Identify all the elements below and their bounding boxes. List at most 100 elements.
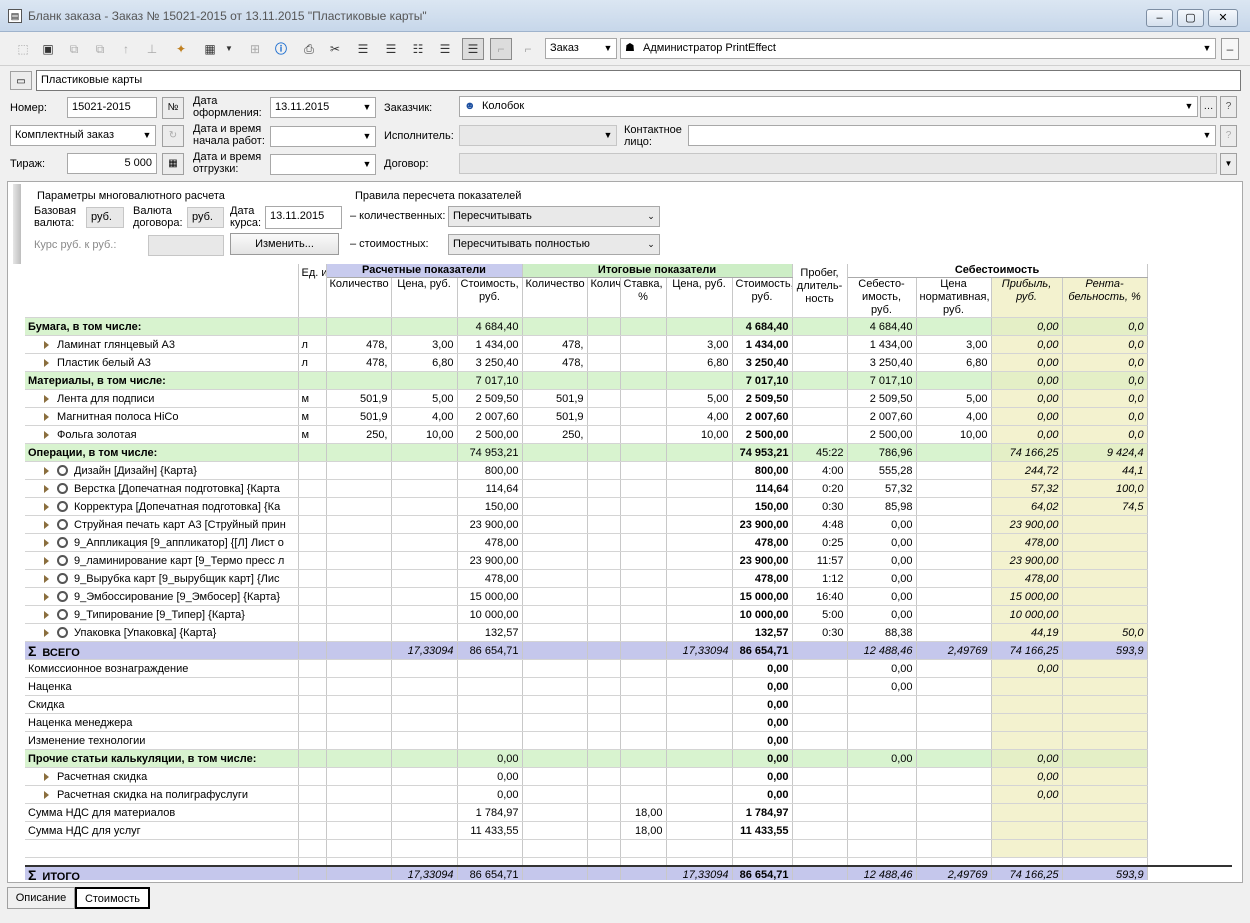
table-cell[interactable]: 0:30 — [792, 623, 848, 642]
row-name-cell[interactable]: 9_ламинирование карт [9_Термо пресс л — [25, 551, 299, 570]
table-cell[interactable]: 15 000,00 — [991, 587, 1063, 606]
table-cell[interactable] — [991, 803, 1063, 822]
table-cell[interactable] — [391, 533, 458, 552]
table-cell[interactable] — [666, 497, 733, 516]
executor-select[interactable]: ▼ — [459, 125, 617, 146]
table-cell[interactable] — [666, 677, 733, 696]
table-cell[interactable] — [620, 335, 667, 354]
table-cell[interactable] — [298, 865, 327, 880]
table-cell[interactable] — [298, 641, 327, 660]
table-cell[interactable] — [326, 821, 392, 840]
rate-date-field[interactable]: 13.11.2015 — [265, 206, 342, 229]
table-cell[interactable] — [326, 865, 392, 880]
layout-5-icon[interactable]: ☰ — [462, 38, 484, 60]
table-cell[interactable] — [587, 713, 621, 732]
table-cell[interactable] — [991, 677, 1063, 696]
table-cell[interactable]: 18,00 — [620, 803, 667, 822]
table-cell[interactable] — [326, 767, 392, 786]
expand-arrow-icon[interactable] — [44, 358, 49, 367]
table-cell[interactable] — [587, 515, 621, 534]
table-cell[interactable]: 0,00 — [991, 767, 1063, 786]
table-cell[interactable] — [620, 371, 667, 390]
table-row[interactable]: 9_Аппликация [9_аппликатор] {[Л] Лист о 4… — [25, 533, 1232, 552]
table-cell[interactable]: 74 166,25 — [991, 443, 1063, 462]
row-name-cell[interactable]: Струйная печать карт А3 [Струйный прин — [25, 515, 299, 534]
table-cell[interactable] — [326, 605, 392, 624]
table-cell[interactable]: 0,00 — [732, 677, 793, 696]
table-cell[interactable]: 150,00 — [457, 497, 523, 516]
table-cell[interactable]: 0,00 — [732, 749, 793, 768]
table-cell[interactable] — [391, 371, 458, 390]
table-cell[interactable] — [298, 713, 327, 732]
table-cell[interactable] — [620, 749, 667, 768]
table-cell[interactable]: 0,00 — [847, 515, 917, 534]
row-name-cell[interactable]: Дизайн [Дизайн] {Карта} — [25, 461, 299, 480]
table-cell[interactable] — [326, 551, 392, 570]
table-cell[interactable] — [792, 803, 848, 822]
table-cell[interactable] — [792, 767, 848, 786]
table-cell[interactable] — [1062, 587, 1148, 606]
calculator-dropdown-icon[interactable]: ▼ — [222, 38, 236, 60]
table-cell[interactable]: 250, — [326, 425, 392, 444]
table-cell[interactable]: 86 654,71 — [457, 641, 523, 660]
table-cell[interactable] — [916, 443, 992, 462]
table-cell[interactable]: 7 017,10 — [457, 371, 523, 390]
table-cell[interactable] — [620, 353, 667, 372]
table-cell[interactable] — [620, 641, 667, 660]
table-cell[interactable] — [1062, 803, 1148, 822]
table-row[interactable]: Пластик белый А3 л 478, 6,80 3 250,40 478, 6,8… — [25, 353, 1232, 372]
table-cell[interactable] — [522, 767, 588, 786]
table-cell[interactable]: 86 654,71 — [732, 865, 793, 880]
row-name-cell[interactable]: 9_Вырубка карт [9_вырубщик карт] {Лис — [25, 569, 299, 588]
table-cell[interactable] — [587, 695, 621, 714]
table-cell[interactable]: 0,00 — [991, 749, 1063, 768]
table-cell[interactable] — [666, 785, 733, 804]
expand-arrow-icon[interactable] — [44, 790, 49, 799]
table-cell[interactable] — [522, 865, 588, 880]
table-cell[interactable]: 0:30 — [792, 497, 848, 516]
row-name-cell[interactable] — [25, 839, 299, 858]
table-cell[interactable] — [587, 353, 621, 372]
table-cell[interactable] — [587, 461, 621, 480]
table-cell[interactable] — [1062, 551, 1148, 570]
table-cell[interactable]: 23 900,00 — [457, 515, 523, 534]
table-cell[interactable] — [666, 803, 733, 822]
table-cell[interactable] — [666, 821, 733, 840]
table-cell[interactable]: 7 017,10 — [847, 371, 917, 390]
table-cell[interactable] — [792, 407, 848, 426]
table-cell[interactable]: 2 500,00 — [847, 425, 917, 444]
table-cell[interactable]: 3,00 — [916, 335, 992, 354]
table-cell[interactable]: 74 166,25 — [991, 641, 1063, 660]
table-row[interactable]: Верстка [Допечатная подготовка] {Карта 11… — [25, 479, 1232, 498]
table-cell[interactable]: 5,00 — [391, 389, 458, 408]
table-cell[interactable] — [391, 695, 458, 714]
row-name-cell[interactable]: Магнитная полоса HiCo — [25, 407, 299, 426]
table-cell[interactable] — [326, 803, 392, 822]
table-cell[interactable] — [916, 695, 992, 714]
expand-arrow-icon[interactable] — [44, 394, 49, 403]
cost-rule-select[interactable]: Пересчитывать полностью ⌄ — [448, 234, 660, 255]
table-cell[interactable] — [298, 659, 327, 678]
table-cell[interactable] — [391, 479, 458, 498]
table-cell[interactable] — [326, 443, 392, 462]
table-cell[interactable] — [522, 317, 588, 336]
table-cell[interactable] — [1062, 569, 1148, 588]
table-cell[interactable]: 4:00 — [792, 461, 848, 480]
table-cell[interactable] — [326, 533, 392, 552]
table-cell[interactable] — [326, 587, 392, 606]
calculator-icon[interactable]: ▦ — [199, 38, 221, 60]
table-cell[interactable] — [298, 605, 327, 624]
table-cell[interactable] — [587, 767, 621, 786]
row-name-cell[interactable]: 9_Эмбоссирование [9_Эмбосер] {Карта} — [25, 587, 299, 606]
user-select[interactable]: ☗ Администратор PrintEffect ▼ — [620, 38, 1216, 59]
split-2-icon[interactable]: ⌐ — [517, 38, 539, 60]
table-cell[interactable]: 6,80 — [916, 353, 992, 372]
table-cell[interactable]: 0,00 — [847, 569, 917, 588]
row-name-cell[interactable]: Упаковка [Упаковка] {Карта} — [25, 623, 299, 642]
table-cell[interactable] — [326, 515, 392, 534]
table-cell[interactable] — [916, 659, 992, 678]
table-cell[interactable]: 478,00 — [732, 569, 793, 588]
expand-arrow-icon[interactable] — [44, 628, 49, 637]
table-cell[interactable]: 10,00 — [916, 425, 992, 444]
paste-icon[interactable]: ⧉ — [89, 38, 111, 60]
